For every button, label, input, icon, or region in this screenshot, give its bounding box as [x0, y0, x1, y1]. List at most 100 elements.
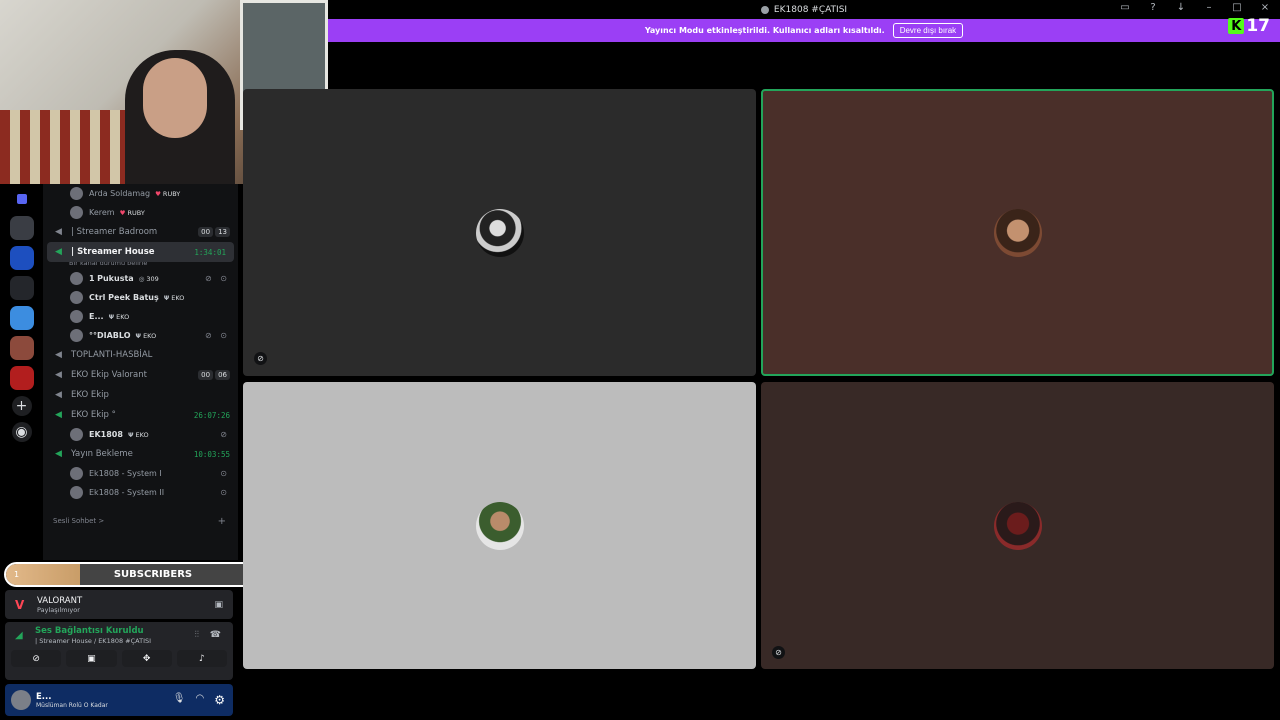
add-channel-icon[interactable]: +	[218, 516, 226, 527]
direct-messages-icon[interactable]	[16, 194, 27, 204]
server-icon-3[interactable]	[9, 276, 34, 300]
server-icon-5[interactable]	[9, 336, 34, 360]
video-tile[interactable]	[243, 382, 756, 669]
channel-eko-ekip[interactable]: ◀ EKO Ekip	[43, 385, 238, 405]
camera-off-icon: ⊘	[32, 653, 40, 664]
voice-user[interactable]: °° DIABLO Ψ EKO ⊘ ⊙	[43, 326, 238, 345]
avatar	[70, 206, 83, 219]
server-icon-4[interactable]	[9, 306, 34, 330]
channel-toplanti[interactable]: ◀ TOPLANTI-HASBİAL	[43, 345, 238, 365]
avatar[interactable]	[11, 690, 31, 710]
voice-user[interactable]: Ek1808 - System I ⊙	[43, 464, 238, 483]
user-panel-status[interactable]: Müslüman Rolü O Kadar	[36, 702, 108, 709]
add-server-icon[interactable]: +	[11, 396, 32, 416]
avatar	[70, 329, 83, 342]
server-icon-6[interactable]	[9, 366, 34, 390]
inbox-icon[interactable]: ▭	[1118, 2, 1132, 13]
channel-yayin-bekleme[interactable]: ◀ Yayın Bekleme 10:03:55	[43, 444, 238, 464]
disable-streamer-mode-button[interactable]: Devre dışı bırak	[892, 23, 964, 38]
category-sesli-sohbet[interactable]: Sesli Sohbet > +	[43, 510, 238, 532]
trident-icon: Ψ	[127, 430, 134, 439]
user-tag: ◎ 309	[139, 275, 159, 283]
channel-eko-ekip-valorant[interactable]: ◀ EKO Ekip Valorant 00 06	[43, 365, 238, 385]
voice-user[interactable]: Kerem ♥ RUBY	[43, 203, 238, 222]
server-icon-1[interactable]	[9, 216, 34, 240]
channel-name: Yayın Bekleme	[71, 449, 133, 459]
avatar	[70, 272, 83, 285]
deafened-icon: ⊙	[220, 488, 230, 497]
user-name: Arda Soldamag	[89, 189, 151, 198]
user-limit-badge: 00 13	[198, 227, 230, 237]
user-name-prefix: 1	[89, 274, 95, 283]
chevron-right-icon: >	[98, 517, 105, 525]
activity-panel: V VALORANT Paylaşılmıyor ▣	[5, 590, 233, 619]
soundboard-icon: ♪	[199, 653, 205, 664]
voice-user[interactable]: 1 Pukusta ◎ 309 ⊘ ⊙	[43, 269, 238, 288]
channel-timer: 26:07:26	[193, 410, 230, 420]
tag-label: EKO	[171, 293, 185, 302]
user-count: 00	[198, 227, 214, 237]
voice-user[interactable]: Ctrl Peek Batuş Ψ EKO	[43, 288, 238, 307]
share-screen-icon[interactable]: ▣	[214, 600, 223, 610]
minimize-icon[interactable]: –	[1202, 2, 1216, 13]
voice-user[interactable]: Ek1808 - System II ⊙	[43, 483, 238, 502]
user-name: Ctrl Peek Batuş	[89, 293, 159, 302]
gear-icon[interactable]: ⚙	[214, 693, 225, 707]
channel-eko-ekip-2[interactable]: ◀ EKO Ekip ° 26:07:26	[43, 405, 238, 425]
avatar	[70, 187, 83, 200]
activity-title: VALORANT	[37, 595, 83, 606]
channel-timer: 1:34:01	[194, 247, 226, 257]
download-icon[interactable]: ↓	[1174, 2, 1188, 13]
participant-avatar	[475, 501, 524, 550]
user-name: E...	[89, 312, 104, 321]
help-icon[interactable]: ?	[1146, 2, 1160, 13]
trident-icon: Ψ	[108, 312, 115, 321]
voice-user[interactable]: E... Ψ EKO	[43, 307, 238, 326]
server-icon-2[interactable]	[9, 246, 34, 270]
voice-channel[interactable]: | Streamer House / EK1808 #ÇATISI	[35, 637, 233, 645]
speaker-icon: ◀	[55, 350, 62, 360]
voice-user[interactable]: EK1808 Ψ EKO ⊘	[43, 425, 238, 444]
soundboard-button[interactable]: ♪	[176, 650, 227, 667]
channel-name: EKO Ekip Valorant	[71, 370, 147, 380]
video-tile-speaking[interactable]	[761, 89, 1274, 376]
mic-icon[interactable]: 🎙	[173, 693, 186, 707]
close-icon[interactable]: ×	[1258, 2, 1272, 13]
discover-icon[interactable]: ◉	[11, 422, 32, 442]
kick-viewer-count: 17	[1246, 16, 1270, 36]
speaker-icon: ◀	[55, 247, 62, 257]
valorant-icon: V	[15, 597, 25, 612]
voice-connection-panel: ◢ Ses Bağlantısı Kuruldu | Streamer Hous…	[5, 622, 233, 680]
maximize-icon[interactable]: □	[1230, 2, 1244, 13]
screen-share-button[interactable]: ▣	[66, 650, 117, 667]
video-tile[interactable]: ⊘	[243, 89, 756, 376]
channel-name: EKO Ekip	[71, 390, 109, 400]
title-bar: EK1808 #ÇATISI ▭ ? ↓ – □ ×	[328, 0, 1280, 19]
video-tile[interactable]: ⊘	[761, 382, 1274, 669]
voice-status[interactable]: Ses Bağlantısı Kuruldu	[35, 626, 233, 636]
user-count: 00	[198, 370, 214, 380]
avatar	[70, 291, 83, 304]
channel-streamer-badroom[interactable]: ◀ | Streamer Badroom 00 13	[43, 222, 238, 242]
avatar	[70, 310, 83, 323]
user-name: DIABLO	[97, 331, 131, 340]
user-limit: 06	[215, 370, 230, 380]
signal-icon[interactable]: ◢	[15, 630, 23, 641]
headphones-icon[interactable]: ◠	[196, 693, 205, 707]
noise-suppression-icon[interactable]: ⫶⫶	[194, 630, 199, 640]
avatar	[70, 467, 83, 480]
kick-overlay: K 17	[1228, 16, 1270, 36]
screen: EK1808 #ÇATISI ▭ ? ↓ – □ × Yayıncı Modu …	[0, 0, 1280, 720]
tag-label: 309	[146, 274, 159, 283]
user-panel-name[interactable]: E...	[36, 692, 108, 702]
heart-icon: ♥	[119, 208, 126, 217]
participant-avatar	[993, 501, 1042, 550]
disconnect-icon[interactable]: ☎	[210, 630, 221, 640]
activities-icon: ✥	[142, 653, 151, 664]
channel-streamer-house[interactable]: ◀ | Streamer House 1:34:01	[47, 242, 234, 262]
deafened-icon: ⊙	[220, 469, 230, 478]
activities-button[interactable]: ✥	[121, 650, 172, 667]
camera-off-button[interactable]: ⊘	[11, 650, 62, 667]
voice-user[interactable]: Arda Soldamag ♥ RUBY	[43, 184, 238, 203]
screen-share-icon: ▣	[87, 653, 96, 664]
